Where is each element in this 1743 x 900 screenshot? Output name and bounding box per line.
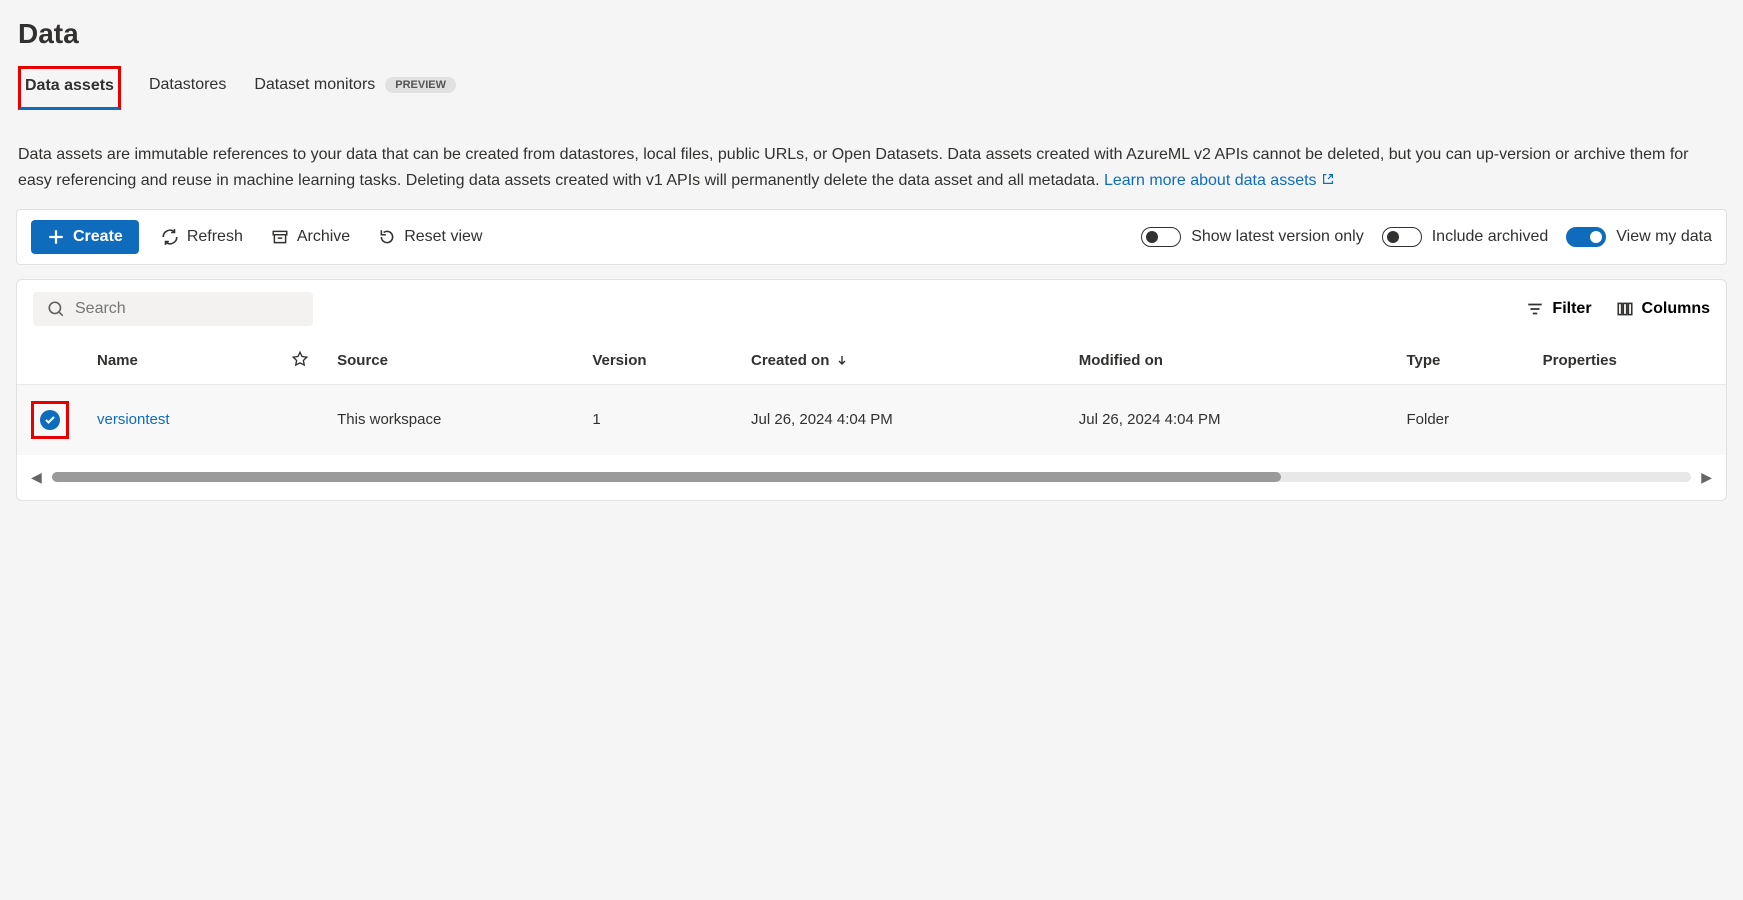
tab-dataset-monitors[interactable]: Dataset monitors PREVIEW — [254, 66, 456, 110]
learn-more-link[interactable]: Learn more about data assets — [1104, 172, 1335, 189]
row-version: 1 — [578, 384, 737, 455]
scroll-right-icon[interactable]: ▶ — [1701, 469, 1712, 486]
tab-data-assets[interactable]: Data assets — [18, 66, 121, 110]
row-created-on: Jul 26, 2024 4:04 PM — [737, 384, 1065, 455]
star-icon — [291, 350, 309, 368]
toggle-show-latest: Show latest version only — [1141, 227, 1364, 247]
reset-icon — [378, 228, 396, 246]
row-selected-icon[interactable] — [40, 410, 60, 430]
toggle-include-archived-switch[interactable] — [1382, 227, 1422, 247]
tabs: Data assets Datastores Dataset monitors … — [16, 66, 1727, 110]
table-card: Filter Columns Name Source Version C — [16, 279, 1727, 501]
col-source[interactable]: Source — [323, 338, 578, 385]
scroll-left-icon[interactable]: ◀ — [31, 469, 42, 486]
row-source: This workspace — [323, 384, 578, 455]
toggle-include-archived: Include archived — [1382, 227, 1549, 247]
table-row[interactable]: versiontest This workspace 1 Jul 26, 202… — [17, 384, 1726, 455]
toggle-view-my-data: View my data — [1566, 227, 1712, 247]
row-name-link[interactable]: versiontest — [97, 411, 170, 428]
columns-icon — [1616, 300, 1634, 318]
tab-dataset-monitors-label: Dataset monitors — [254, 76, 375, 94]
col-favorite[interactable] — [277, 338, 323, 385]
row-type: Folder — [1392, 384, 1528, 455]
columns-button[interactable]: Columns — [1616, 300, 1710, 318]
refresh-button[interactable]: Refresh — [157, 222, 247, 252]
create-button[interactable]: Create — [31, 220, 139, 254]
filter-icon — [1526, 300, 1544, 318]
archive-button[interactable]: Archive — [265, 224, 356, 250]
sort-down-icon — [836, 354, 848, 366]
data-table: Name Source Version Created on Modified … — [17, 338, 1726, 455]
external-link-icon — [1321, 172, 1335, 186]
row-properties — [1529, 384, 1726, 455]
reset-view-button[interactable]: Reset view — [374, 222, 486, 252]
search-icon — [47, 300, 65, 318]
col-type[interactable]: Type — [1392, 338, 1528, 385]
refresh-icon — [161, 228, 179, 246]
toggle-show-latest-switch[interactable] — [1141, 227, 1181, 247]
toggle-show-latest-label: Show latest version only — [1191, 228, 1364, 246]
toggle-include-archived-label: Include archived — [1432, 228, 1549, 246]
col-modified-on[interactable]: Modified on — [1065, 338, 1393, 385]
description: Data assets are immutable references to … — [16, 118, 1727, 209]
search-input[interactable] — [75, 300, 299, 318]
col-version[interactable]: Version — [578, 338, 737, 385]
scroll-track[interactable] — [52, 472, 1691, 482]
col-properties[interactable]: Properties — [1529, 338, 1726, 385]
toggle-view-my-data-label: View my data — [1616, 228, 1712, 246]
horizontal-scrollbar: ◀ ▶ — [17, 455, 1726, 490]
description-text: Data assets are immutable references to … — [18, 146, 1688, 189]
col-created-on[interactable]: Created on — [737, 338, 1065, 385]
archive-icon — [271, 228, 289, 246]
search-box[interactable] — [33, 292, 313, 326]
page-title: Data — [16, 0, 1727, 66]
preview-badge: PREVIEW — [385, 77, 456, 93]
table-toolbar: Filter Columns — [17, 280, 1726, 338]
toggle-view-my-data-switch[interactable] — [1566, 227, 1606, 247]
row-modified-on: Jul 26, 2024 4:04 PM — [1065, 384, 1393, 455]
scroll-thumb[interactable] — [52, 472, 1282, 482]
filter-button[interactable]: Filter — [1526, 300, 1591, 318]
col-name[interactable]: Name — [83, 338, 277, 385]
plus-icon — [47, 228, 65, 246]
toolbar: Create Refresh Archive Reset view Show l… — [16, 209, 1727, 265]
tab-datastores[interactable]: Datastores — [149, 66, 226, 110]
